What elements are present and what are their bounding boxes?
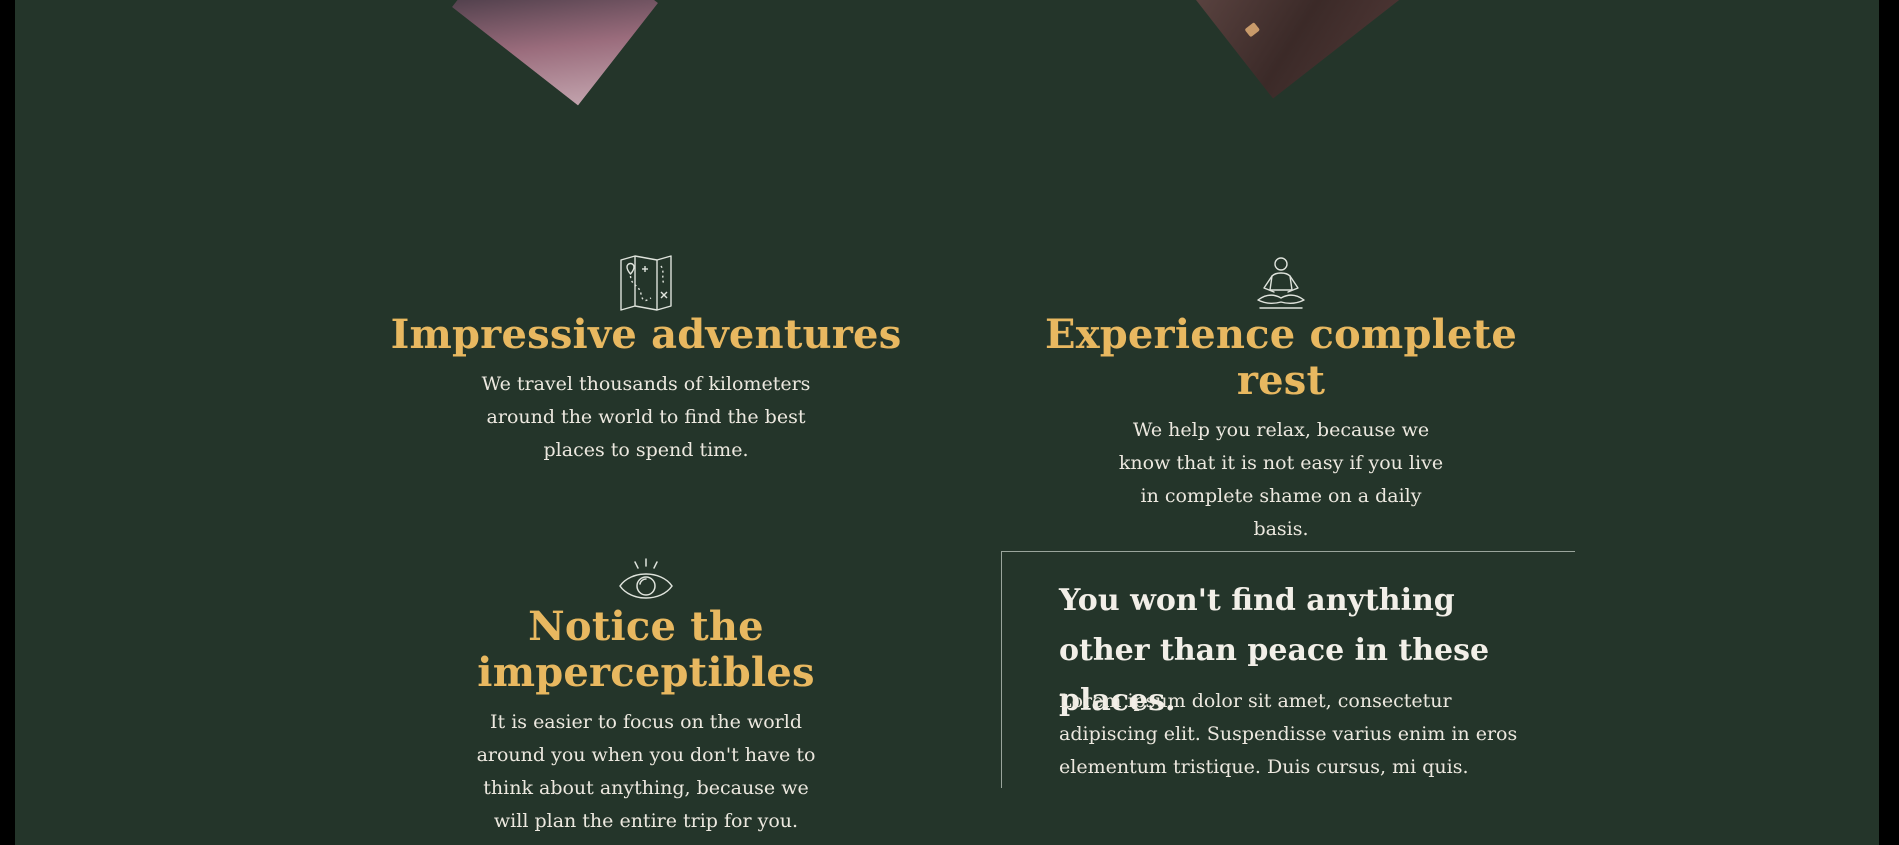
meditation-icon <box>1257 257 1305 309</box>
feature-description: We help you relax, because we know that … <box>1118 419 1444 540</box>
feature-title: Experience complete rest <box>1045 311 1517 404</box>
quote-body: Lorem ipsum dolor sit amet, consectetur … <box>1059 690 1518 778</box>
feature-rest: Experience complete rest We help you rel… <box>1021 254 1541 546</box>
features-section: Impressive adventures We travel thousand… <box>15 0 1879 845</box>
feature-adventures: Impressive adventures We travel thousand… <box>386 254 906 467</box>
feature-description: We travel thousands of kilometers around… <box>481 373 811 461</box>
feature-title: Notice the imperceptibles <box>477 603 815 696</box>
treasure-map-icon <box>620 255 672 311</box>
feature-title: Impressive adventures <box>390 311 902 358</box>
feature-description: It is easier to focus on the world aroun… <box>476 711 816 832</box>
eye-icon <box>619 558 673 599</box>
feature-imperceptibles: Notice the imperceptibles It is easier t… <box>386 558 906 838</box>
gallery-image-left <box>452 0 658 105</box>
gallery-image-right <box>1193 0 1407 99</box>
quote-card: You won't find anything other than peace… <box>1001 551 1575 788</box>
